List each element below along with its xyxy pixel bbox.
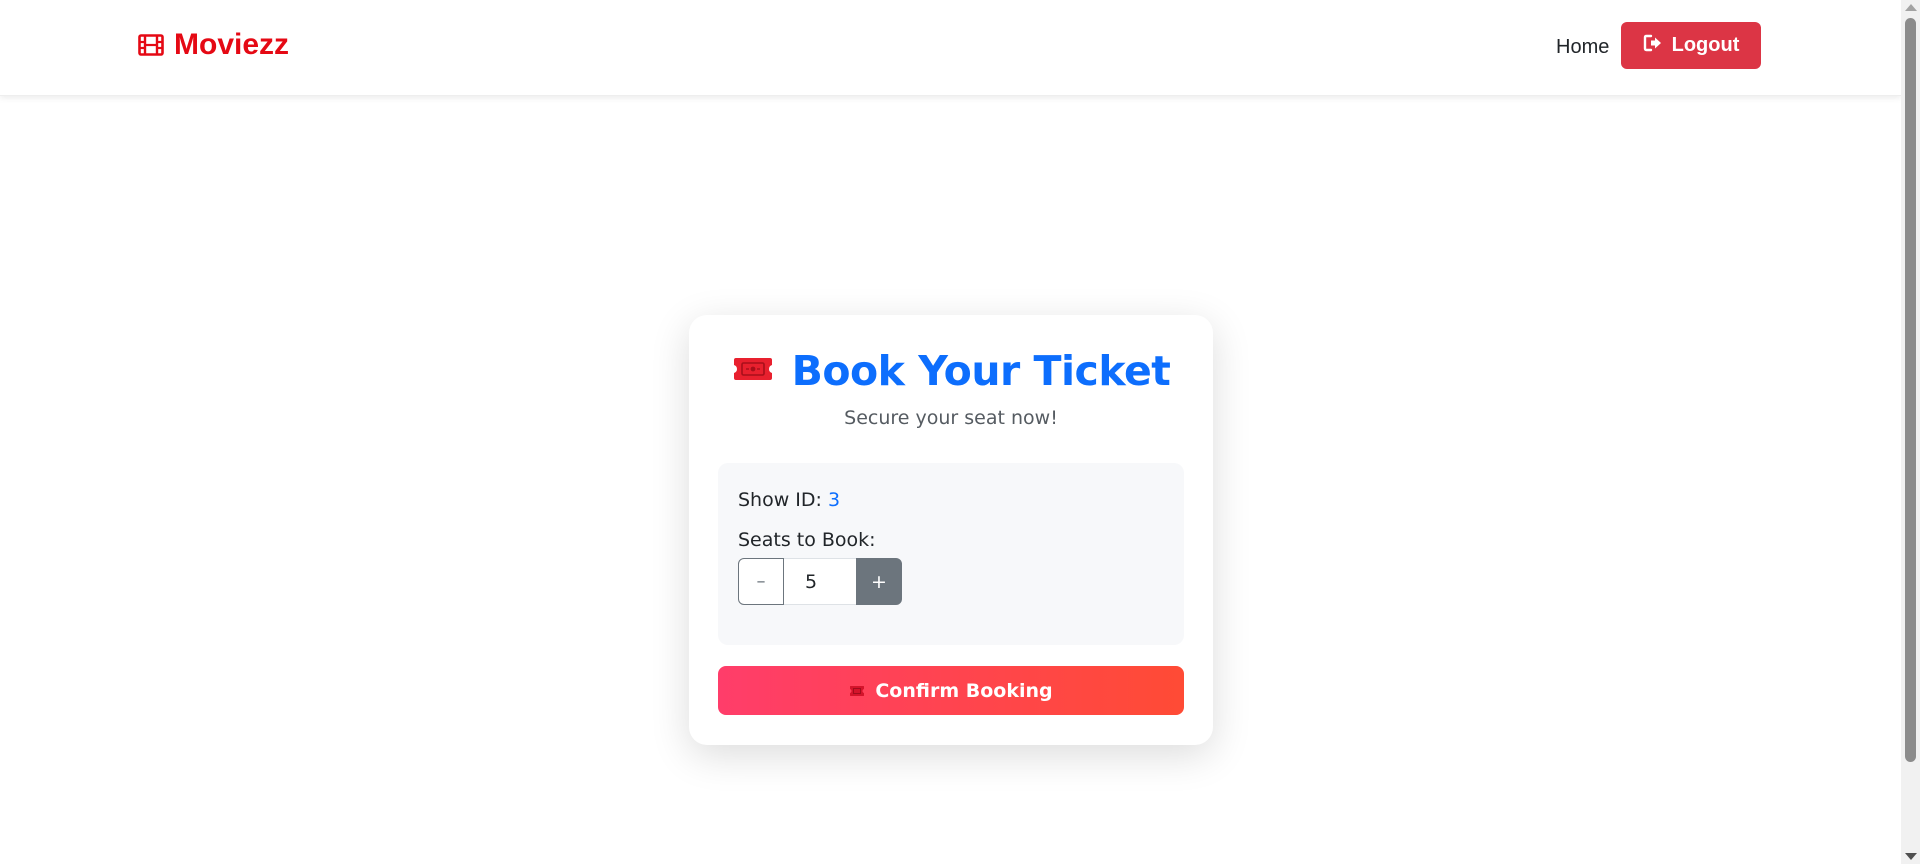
- brand-link[interactable]: Moviezz: [138, 28, 289, 62]
- navbar: Moviezz Home Logout: [0, 0, 1901, 96]
- logout-button[interactable]: Logout: [1621, 22, 1761, 69]
- seats-label: Seats to Book:: [738, 529, 876, 551]
- scrollbar[interactable]: [1901, 0, 1920, 864]
- ticket-icon: [732, 355, 774, 387]
- decrease-seats-button[interactable]: –: [738, 558, 784, 605]
- confirm-booking-button[interactable]: Confirm Booking: [718, 666, 1184, 715]
- brand-name: Moviezz: [174, 28, 290, 61]
- seats-input[interactable]: 5: [784, 558, 856, 605]
- show-id-row: Show ID: 3: [738, 489, 840, 511]
- card-title: Book Your Ticket: [791, 347, 1171, 395]
- booking-details: Show ID: 3 Seats to Book: – 5 +: [718, 463, 1184, 645]
- scroll-up-icon[interactable]: [1905, 4, 1917, 11]
- logout-label: Logout: [1671, 34, 1740, 56]
- ticket-icon: [849, 680, 865, 702]
- confirm-booking-label: Confirm Booking: [875, 679, 1053, 702]
- seats-stepper: – 5 +: [738, 558, 902, 605]
- card-header: Book Your Ticket: [689, 347, 1213, 395]
- increase-seats-button[interactable]: +: [856, 558, 902, 605]
- scroll-thumb[interactable]: [1905, 18, 1916, 762]
- nav-home-link[interactable]: Home: [1556, 36, 1609, 59]
- film-icon: [138, 33, 164, 57]
- scroll-down-icon[interactable]: [1905, 853, 1917, 860]
- show-id-value: 3: [828, 489, 841, 511]
- card-subtitle: Secure your seat now!: [844, 407, 1058, 429]
- booking-card: Book Your Ticket Secure your seat now! S…: [689, 315, 1213, 745]
- page: Moviezz Home Logout Book Your Ticket Sec…: [0, 0, 1920, 864]
- logout-icon: [1643, 34, 1663, 58]
- show-id-label: Show ID:: [738, 489, 822, 511]
